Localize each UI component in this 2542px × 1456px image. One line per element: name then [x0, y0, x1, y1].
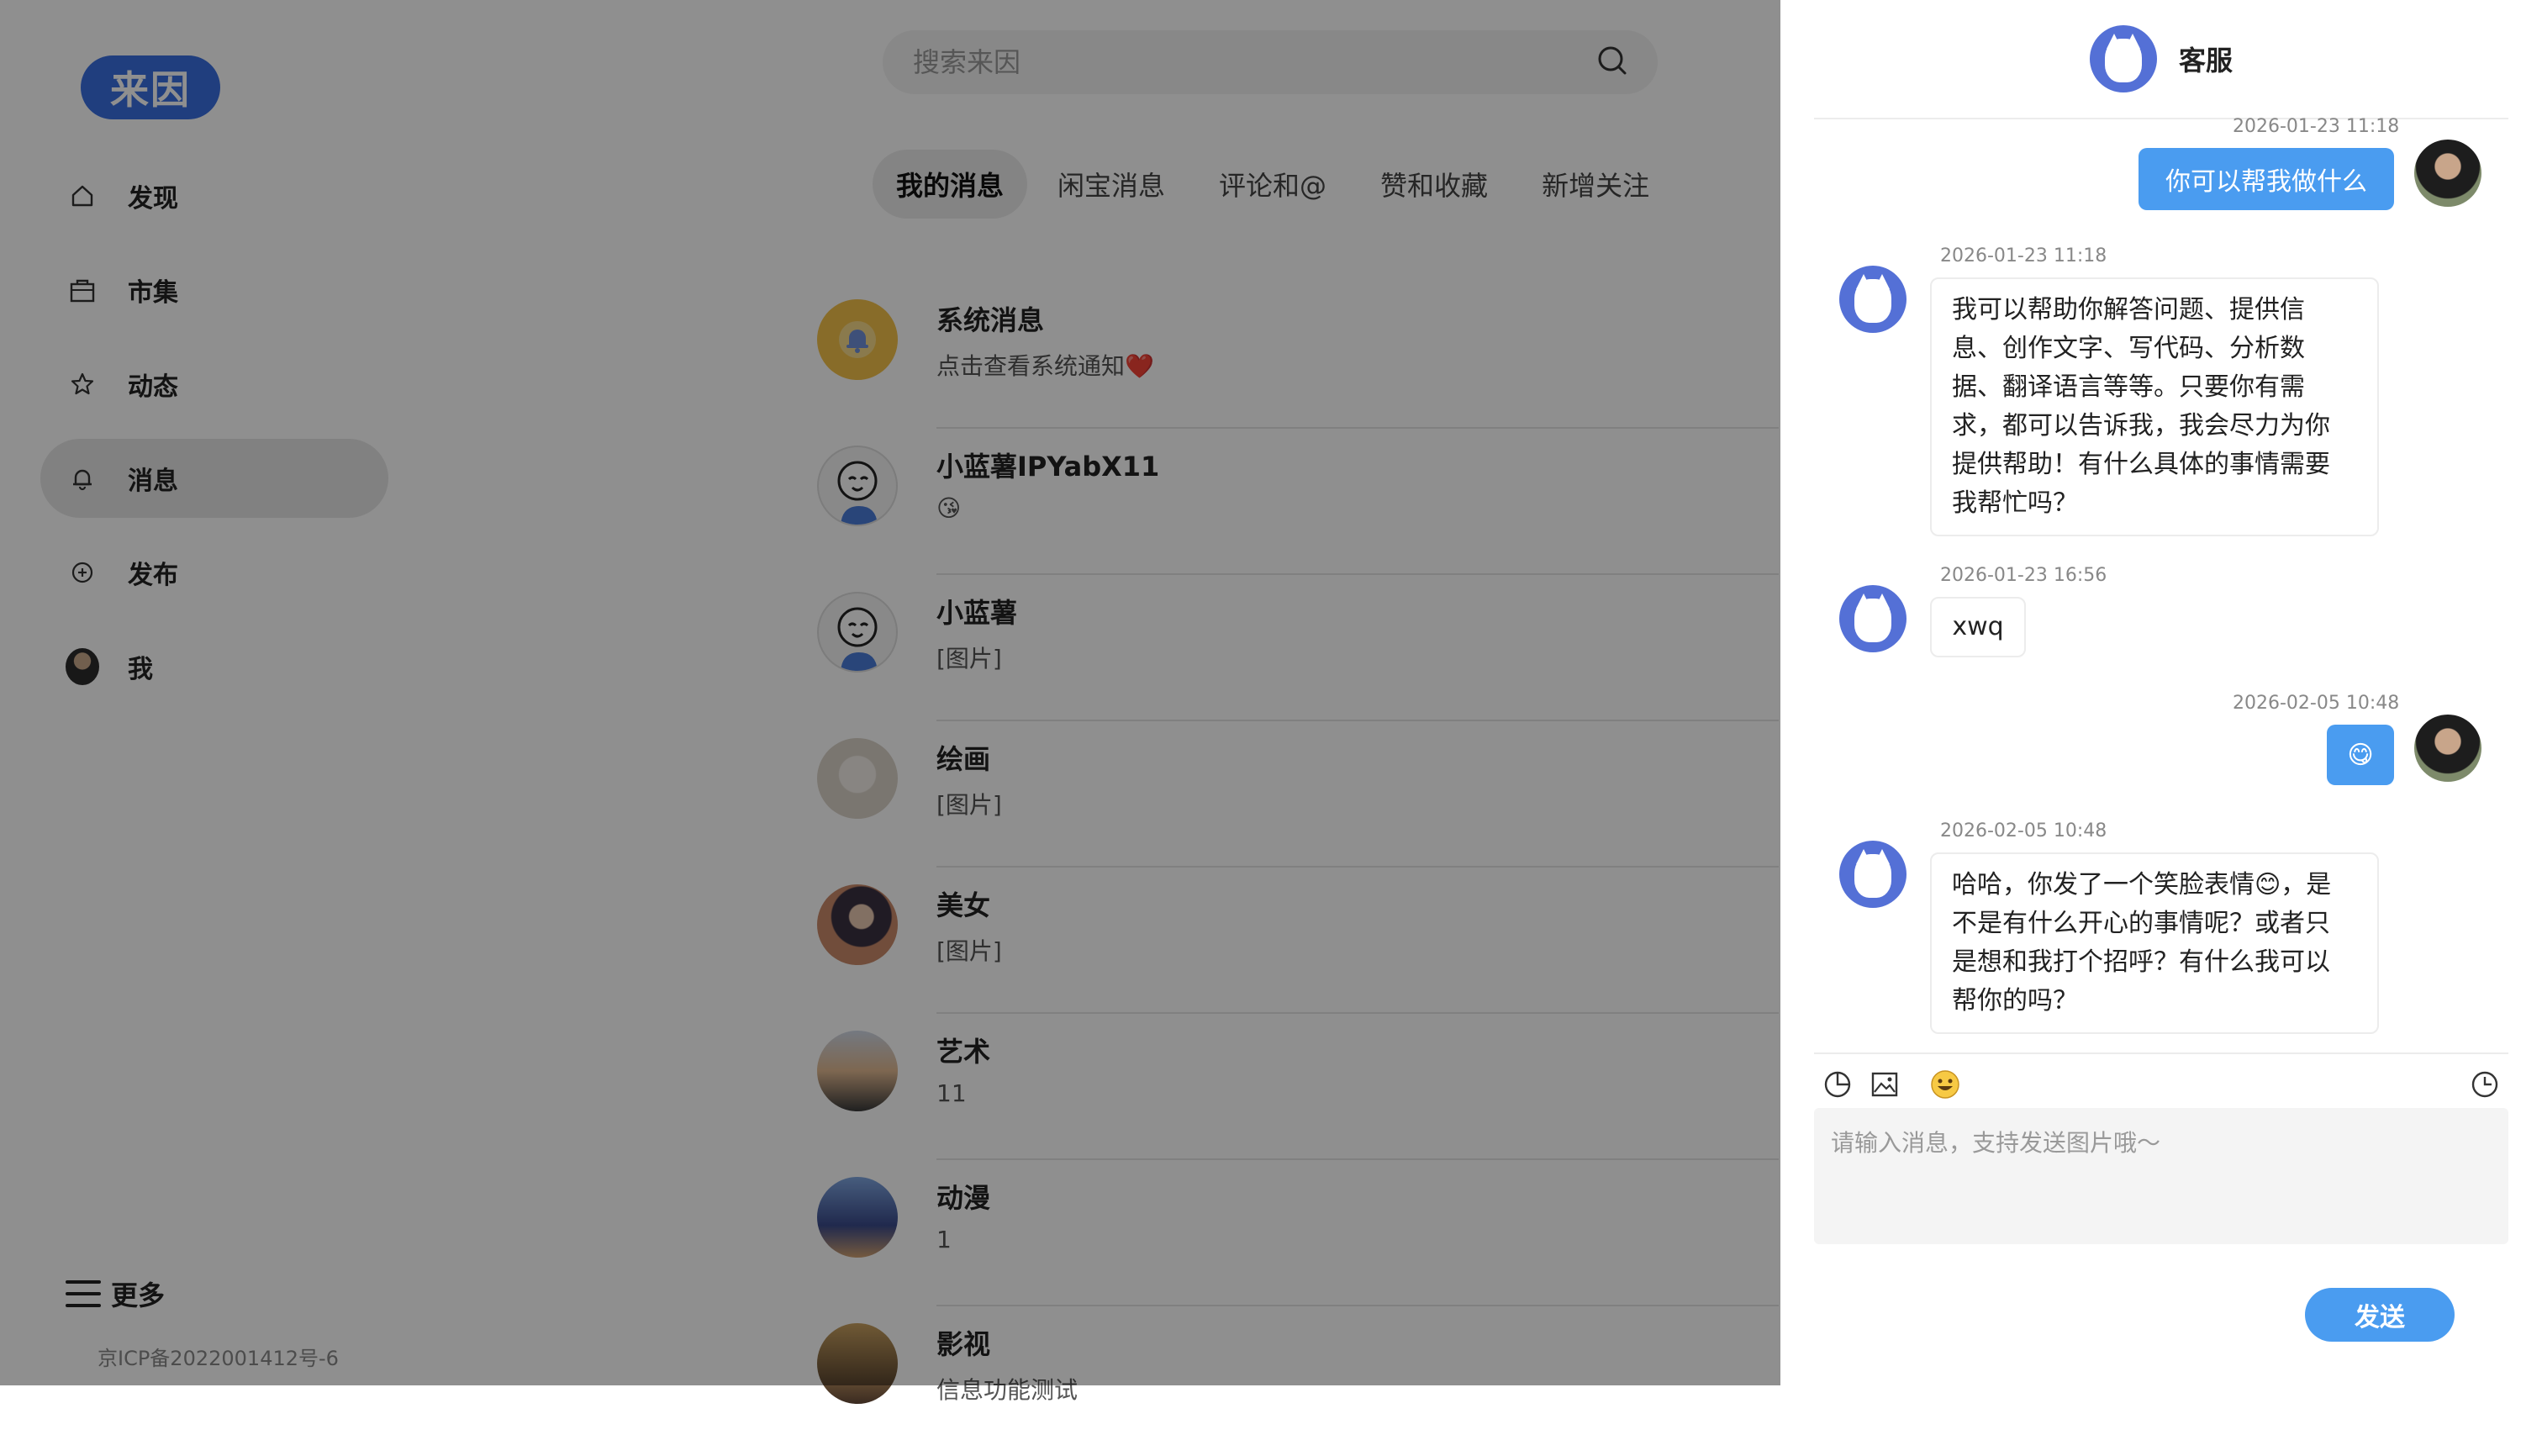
chat-panel: 客服 2026-01-23 11:18 你可以帮我做什么 2026-01-23 …	[1780, 0, 2542, 1385]
message-timestamp: 2026-02-05 10:48	[1940, 820, 2107, 841]
message-line: 帮你的吗？	[1952, 986, 2078, 1016]
user-avatar[interactable]	[2414, 140, 2481, 207]
chat-toolbar	[1821, 1068, 2502, 1101]
message-timestamp: 2026-01-23 16:56	[1940, 565, 2107, 586]
message-line: 是想和我打个招呼？有什么我可以	[1952, 947, 2330, 977]
image-upload-icon[interactable]	[1868, 1068, 1901, 1101]
user-avatar[interactable]	[2414, 715, 2481, 782]
pie-chart-icon[interactable]	[1821, 1068, 1854, 1101]
message-line: 我可以帮助你解答问题、提供信	[1952, 295, 2305, 324]
outgoing-message-bubble: 你可以帮我做什么	[2139, 148, 2394, 210]
message-line: 提供帮助！有什么具体的事情需要	[1952, 450, 2330, 479]
outgoing-message-bubble: 😋	[2327, 725, 2394, 785]
message-timestamp: 2026-01-23 11:18	[2233, 116, 2400, 137]
divider	[1814, 118, 2508, 119]
message-timestamp: 2026-02-05 10:48	[2233, 693, 2400, 714]
message-timestamp: 2026-01-23 11:18	[1940, 245, 2107, 266]
modal-backdrop[interactable]	[0, 0, 1780, 1385]
customer-service-avatar[interactable]	[1839, 585, 1906, 652]
incoming-message-bubble: 哈哈，你发了一个笑脸表情😊，是 不是有什么开心的事情呢？或者只 是想和我打个招呼…	[1930, 852, 2379, 1034]
incoming-message-bubble: xwq	[1930, 597, 2026, 657]
emoji-icon[interactable]	[1928, 1068, 1962, 1101]
message-input-box	[1814, 1108, 2508, 1244]
message-input[interactable]	[1829, 1123, 2493, 1229]
message-line: 求，都可以告诉我，我会尽力为你	[1952, 411, 2330, 440]
customer-service-avatar	[2089, 25, 2157, 92]
message-line: 我帮忙吗？	[1952, 488, 2078, 518]
divider	[1814, 1052, 2508, 1054]
send-button[interactable]: 发送	[2305, 1288, 2455, 1342]
customer-service-avatar[interactable]	[1839, 841, 1906, 908]
customer-service-avatar[interactable]	[1839, 266, 1906, 333]
chat-header: 客服	[1780, 0, 2542, 118]
message-line: 据、翻译语言等等。只要你有需	[1952, 372, 2305, 402]
incoming-message-bubble: 我可以帮助你解答问题、提供信 息、创作文字、写代码、分析数 据、翻译语言等等。只…	[1930, 277, 2379, 536]
message-line: 哈哈，你发了一个笑脸表情😊，是	[1952, 870, 2332, 899]
message-line: 息、创作文字、写代码、分析数	[1952, 334, 2305, 363]
chat-title: 客服	[2178, 45, 2233, 76]
history-clock-icon[interactable]	[2468, 1068, 2502, 1101]
message-line: 不是有什么开心的事情呢？或者只	[1952, 909, 2330, 938]
